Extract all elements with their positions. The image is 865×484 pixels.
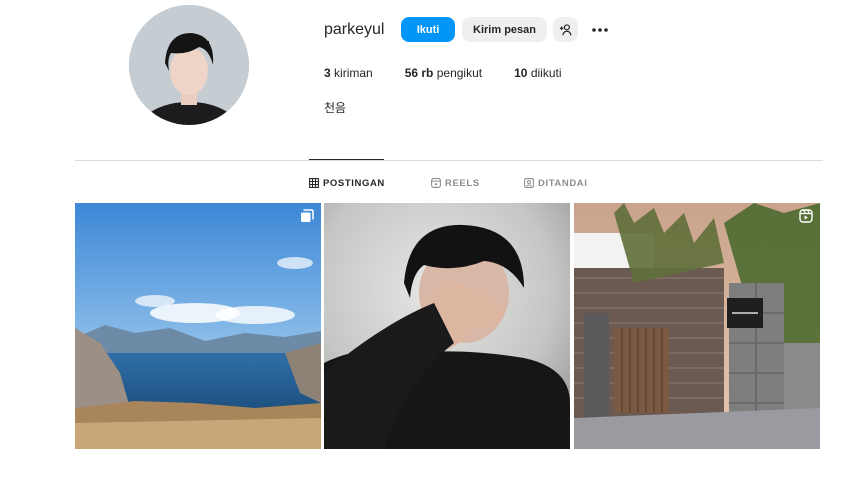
following-stat[interactable]: 10 diikuti <box>514 66 561 80</box>
followers-stat[interactable]: 56 rb pengikut <box>405 66 482 80</box>
profile-avatar[interactable] <box>129 5 249 125</box>
profile-stats: 3 kiriman 56 rb pengikut 10 diikuti <box>324 66 594 80</box>
posts-stat: 3 kiriman <box>324 66 373 80</box>
posts-label: kiriman <box>334 66 373 80</box>
tab-tagged[interactable]: DITANDAI <box>524 176 587 190</box>
tabs-divider <box>75 160 823 161</box>
building-entrance-image <box>574 203 820 449</box>
tagged-icon <box>524 178 534 188</box>
post-thumbnail-1[interactable] <box>75 203 321 449</box>
profile-bio: 천음 <box>324 101 347 115</box>
send-message-button[interactable]: Kirim pesan <box>462 17 547 42</box>
followers-count: 56 rb <box>404 66 434 80</box>
suggest-similar-button[interactable] <box>553 17 578 42</box>
grid-icon <box>309 178 319 188</box>
reels-icon <box>431 178 441 188</box>
tab-reels-label: REELS <box>445 177 480 189</box>
portrait-image <box>324 203 570 449</box>
following-count: 10 <box>514 66 528 80</box>
more-options-button[interactable] <box>590 20 610 40</box>
mountain-lake-image <box>75 203 321 449</box>
tab-posts-label: POSTINGAN <box>323 177 385 189</box>
avatar-image <box>129 5 249 125</box>
more-options-icon <box>592 28 608 32</box>
add-user-icon <box>559 23 571 35</box>
profile-username: parkeyul <box>324 21 385 38</box>
followers-label: pengikut <box>436 66 483 80</box>
tab-tagged-label: DITANDAI <box>538 177 588 189</box>
post-thumbnail-2[interactable] <box>324 203 570 449</box>
active-tab-indicator <box>309 159 384 160</box>
follow-button[interactable]: Ikuti <box>401 17 455 42</box>
carousel-icon <box>301 209 314 222</box>
reel-icon <box>799 209 813 223</box>
tab-posts[interactable]: POSTINGAN <box>309 176 385 190</box>
post-thumbnail-3[interactable] <box>574 203 820 449</box>
following-label: diikuti <box>530 66 562 80</box>
tab-reels[interactable]: REELS <box>431 176 480 190</box>
posts-count: 3 <box>324 66 331 80</box>
